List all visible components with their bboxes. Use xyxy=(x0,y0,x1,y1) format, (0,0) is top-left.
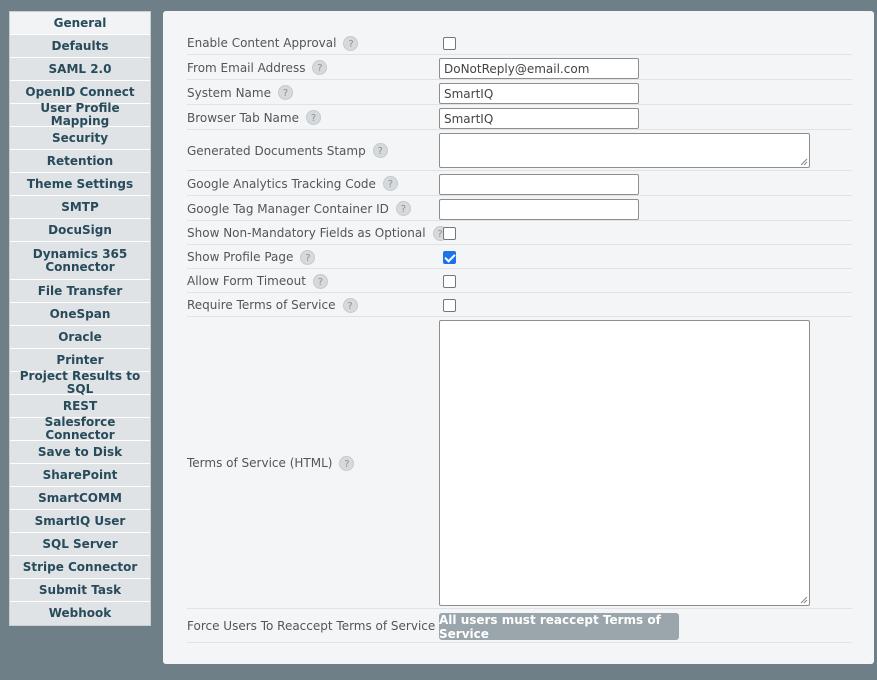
label-allow-form-timeout: Allow Form Timeout xyxy=(187,274,306,288)
label-browser-tab-name: Browser Tab Name xyxy=(187,110,299,125)
setting-row-tos-html: Terms of Service (HTML) ? xyxy=(187,317,852,609)
help-icon[interactable]: ? xyxy=(300,249,316,265)
sidebar-item-defaults[interactable]: Defaults xyxy=(10,35,150,58)
require-tos-checkbox[interactable] xyxy=(443,299,456,312)
help-icon[interactable]: ? xyxy=(395,201,411,216)
setting-row-force-reaccept: Force Users To Reaccept Terms of Service… xyxy=(187,609,852,643)
sidebar-item-onespan[interactable]: OneSpan xyxy=(10,303,150,326)
sidebar-item-project-results-to-sql[interactable]: Project Results to SQL xyxy=(10,370,150,396)
help-icon[interactable]: ? xyxy=(312,273,328,289)
resize-grip-icon[interactable] xyxy=(800,158,808,166)
show-profile-page-checkbox[interactable] xyxy=(443,251,456,264)
show-non-mandatory-checkbox[interactable] xyxy=(443,227,456,240)
label-from-email: From Email Address xyxy=(187,60,306,75)
sidebar-item-sharepoint[interactable]: SharePoint xyxy=(10,464,150,487)
setting-row-google-tag-manager: Google Tag Manager Container ID ? xyxy=(187,196,852,221)
general-settings-panel: Enable Content Approval ? From Email Add… xyxy=(163,11,874,664)
setting-row-show-profile-page: Show Profile Page ? xyxy=(187,245,852,269)
sidebar-item-sql-server[interactable]: SQL Server xyxy=(10,533,150,556)
label-enable-content-approval: Enable Content Approval xyxy=(187,36,337,50)
setting-row-system-name: System Name ? xyxy=(187,80,852,105)
label-require-tos: Require Terms of Service xyxy=(187,298,336,312)
sidebar-item-security[interactable]: Security xyxy=(10,127,150,150)
force-reaccept-button[interactable]: All users must reaccept Terms of Service xyxy=(439,613,679,641)
sidebar-item-file-transfer[interactable]: File Transfer xyxy=(10,280,150,303)
help-icon[interactable]: ? xyxy=(305,110,321,125)
setting-row-generated-docs-stamp: Generated Documents Stamp ? xyxy=(187,130,852,171)
sidebar-item-theme-settings[interactable]: Theme Settings xyxy=(10,173,150,196)
generated-docs-stamp-textarea[interactable] xyxy=(439,133,810,168)
enable-content-approval-checkbox[interactable] xyxy=(443,37,456,50)
label-force-reaccept: Force Users To Reaccept Terms of Service xyxy=(187,619,436,633)
label-system-name: System Name xyxy=(187,85,271,100)
setting-row-show-non-mandatory: Show Non-Mandatory Fields as Optional ? xyxy=(187,221,852,245)
label-tos-html: Terms of Service (HTML) xyxy=(187,456,333,470)
system-name-input[interactable] xyxy=(439,83,639,104)
setting-row-content-approval: Enable Content Approval ? xyxy=(187,31,852,55)
resize-grip-icon[interactable] xyxy=(800,596,808,604)
label-generated-docs-stamp: Generated Documents Stamp xyxy=(187,143,366,158)
allow-form-timeout-checkbox[interactable] xyxy=(443,275,456,288)
label-show-profile-page: Show Profile Page xyxy=(187,250,294,264)
sidebar-item-stripe-connector[interactable]: Stripe Connector xyxy=(10,556,150,579)
sidebar-item-user-profile-mapping[interactable]: User Profile Mapping xyxy=(10,102,150,128)
help-icon[interactable]: ? xyxy=(277,85,293,100)
sidebar-item-smartiq-user[interactable]: SmartIQ User xyxy=(10,510,150,533)
sidebar-item-docusign[interactable]: DocuSign xyxy=(10,219,150,242)
sidebar-item-save-to-disk[interactable]: Save to Disk xyxy=(10,441,150,464)
setting-row-from-email: From Email Address ? xyxy=(187,55,852,80)
label-google-analytics: Google Analytics Tracking Code xyxy=(187,176,376,191)
sidebar-item-retention[interactable]: Retention xyxy=(10,150,150,173)
sidebar-item-salesforce-connector[interactable]: Salesforce Connector xyxy=(10,416,150,442)
browser-tab-name-input[interactable] xyxy=(439,108,639,129)
setting-row-require-tos: Require Terms of Service ? xyxy=(187,293,852,317)
help-icon[interactable]: ? xyxy=(382,176,398,191)
from-email-input[interactable] xyxy=(439,58,639,79)
sidebar-item-submit-task[interactable]: Submit Task xyxy=(10,579,150,602)
sidebar-item-dynamics-365-connector[interactable]: Dynamics 365 Connector xyxy=(10,242,150,280)
google-analytics-input[interactable] xyxy=(439,174,639,195)
setting-row-browser-tab-name: Browser Tab Name ? xyxy=(187,105,852,130)
settings-sidebar: General Defaults SAML 2.0 OpenID Connect… xyxy=(9,11,151,626)
google-tag-manager-input[interactable] xyxy=(439,199,639,220)
sidebar-item-oracle[interactable]: Oracle xyxy=(10,326,150,349)
sidebar-item-smartcomm[interactable]: SmartCOMM xyxy=(10,487,150,510)
help-icon[interactable]: ? xyxy=(343,35,359,51)
help-icon[interactable]: ? xyxy=(339,455,355,471)
setting-row-google-analytics: Google Analytics Tracking Code ? xyxy=(187,171,852,196)
setting-row-allow-form-timeout: Allow Form Timeout ? xyxy=(187,269,852,293)
sidebar-item-webhook[interactable]: Webhook xyxy=(10,602,150,625)
help-icon[interactable]: ? xyxy=(372,143,388,158)
label-google-tag-manager: Google Tag Manager Container ID xyxy=(187,201,389,216)
help-icon[interactable]: ? xyxy=(312,60,328,75)
help-icon[interactable]: ? xyxy=(342,297,358,313)
tos-html-textarea[interactable] xyxy=(439,320,810,606)
sidebar-item-saml[interactable]: SAML 2.0 xyxy=(10,58,150,81)
sidebar-item-smtp[interactable]: SMTP xyxy=(10,196,150,219)
label-show-non-mandatory: Show Non-Mandatory Fields as Optional xyxy=(187,226,426,240)
sidebar-item-general[interactable]: General xyxy=(10,12,150,35)
